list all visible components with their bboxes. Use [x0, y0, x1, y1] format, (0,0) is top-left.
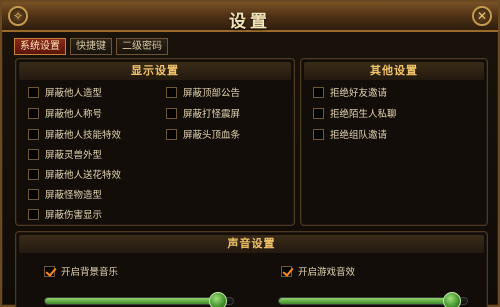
effects-volume-fill: [279, 298, 452, 304]
option-label: 拒绝组队邀请: [330, 130, 388, 141]
option-hide-others-title[interactable]: 屏蔽他人称号: [28, 106, 102, 120]
close-icon[interactable]: ✕: [477, 9, 487, 23]
tab-secondary-password[interactable]: 二级密码: [116, 38, 168, 55]
option-label: 屏蔽打怪震屏: [183, 109, 241, 120]
option-disable-screen-shake[interactable]: 屏蔽打怪震屏: [166, 106, 240, 120]
option-label: 屏蔽头顶血条: [183, 130, 241, 141]
option-hide-head-hp-bar[interactable]: 屏蔽头顶血条: [166, 127, 240, 141]
checkbox[interactable]: [313, 86, 324, 98]
option-label: 屏蔽灵兽外型: [45, 150, 103, 161]
option-game-sound-effects[interactable]: 开启游戏音效: [281, 264, 355, 278]
close-button[interactable]: ✕: [472, 6, 492, 26]
checkbox[interactable]: [44, 265, 55, 277]
other-settings-panel: 其他设置 拒绝好友邀请 拒绝陌生人私聊 拒绝组队邀请: [300, 58, 488, 226]
checkbox[interactable]: [313, 128, 324, 140]
option-label: 屏蔽怪物造型: [45, 190, 103, 201]
sound-settings-panel: 声音设置 开启背景音乐 开启游戏音效: [15, 231, 488, 307]
option-label: 拒绝好友邀请: [330, 88, 388, 99]
checkbox[interactable]: [28, 86, 39, 98]
checkbox[interactable]: [28, 128, 39, 140]
checkbox[interactable]: [313, 107, 324, 119]
sound-settings-header: 声音设置: [19, 235, 484, 253]
music-volume-fill: [45, 298, 218, 304]
music-volume-slider[interactable]: [44, 292, 234, 307]
option-hide-others-skill-effects[interactable]: 屏蔽他人技能特效: [28, 127, 121, 141]
effects-volume-handle[interactable]: [442, 292, 461, 307]
checkbox[interactable]: [28, 168, 39, 180]
checkbox[interactable]: [28, 148, 39, 160]
checkbox[interactable]: [28, 208, 39, 220]
option-background-music[interactable]: 开启背景音乐: [44, 264, 118, 278]
checkbox[interactable]: [28, 188, 39, 200]
option-label: 屏蔽他人送花特效: [45, 170, 122, 181]
music-volume-handle[interactable]: [208, 292, 227, 307]
option-hide-top-announcements[interactable]: 屏蔽顶部公告: [166, 85, 240, 99]
other-settings-header: 其他设置: [304, 62, 484, 80]
settings-window: ✧ 设置 ✕ 系统设置 快捷键 二级密码 显示设置 屏蔽他人造型 屏蔽他人称号 …: [0, 0, 500, 307]
option-hide-others-appearance[interactable]: 屏蔽他人造型: [28, 85, 102, 99]
option-label: 开启游戏音效: [298, 267, 356, 278]
option-label: 屏蔽他人造型: [45, 88, 103, 99]
option-label: 开启背景音乐: [61, 267, 119, 278]
title-bar[interactable]: ✧ 设置 ✕: [2, 2, 498, 32]
option-reject-team-invites[interactable]: 拒绝组队邀请: [313, 127, 387, 141]
checkbox[interactable]: [166, 128, 177, 140]
option-label: 屏蔽顶部公告: [183, 88, 241, 99]
option-hide-pet-appearance[interactable]: 屏蔽灵兽外型: [28, 147, 102, 161]
effects-volume-slider[interactable]: [278, 292, 468, 307]
option-label: 拒绝陌生人私聊: [330, 109, 397, 120]
checkbox[interactable]: [166, 107, 177, 119]
option-label: 屏蔽伤害显示: [45, 210, 103, 221]
display-settings-panel: 显示设置 屏蔽他人造型 屏蔽他人称号 屏蔽他人技能特效 屏蔽灵兽外型 屏蔽他人送…: [15, 58, 295, 226]
option-hide-damage-display[interactable]: 屏蔽伤害显示: [28, 207, 102, 221]
option-reject-stranger-messages[interactable]: 拒绝陌生人私聊: [313, 106, 397, 120]
tab-bar: 系统设置 快捷键 二级密码: [14, 38, 168, 56]
window-title: 设置: [229, 12, 271, 32]
tab-system-settings[interactable]: 系统设置: [14, 38, 66, 55]
option-reject-friend-invites[interactable]: 拒绝好友邀请: [313, 85, 387, 99]
option-hide-monster-appearance[interactable]: 屏蔽怪物造型: [28, 187, 102, 201]
display-settings-header: 显示设置: [19, 62, 291, 80]
checkbox[interactable]: [281, 265, 292, 277]
checkbox[interactable]: [28, 107, 39, 119]
option-label: 屏蔽他人技能特效: [45, 130, 122, 141]
option-hide-flower-effects[interactable]: 屏蔽他人送花特效: [28, 167, 121, 181]
tab-hotkeys[interactable]: 快捷键: [70, 38, 112, 55]
option-label: 屏蔽他人称号: [45, 109, 103, 120]
checkbox[interactable]: [166, 86, 177, 98]
